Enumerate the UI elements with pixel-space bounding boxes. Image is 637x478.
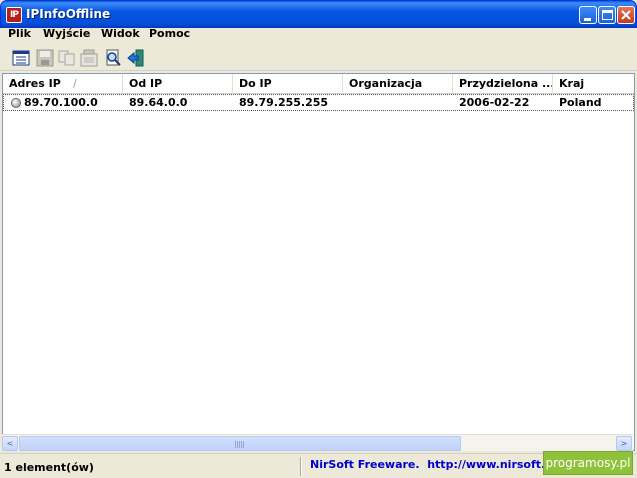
- ip-status-icon: [11, 98, 21, 108]
- watermark-logo: programosy.pl: [543, 451, 633, 475]
- exit-button[interactable]: [127, 49, 145, 67]
- list-header: Adres IP / Od IP Do IP Organizacja Przyd…: [3, 74, 634, 94]
- html-report-icon: [80, 49, 98, 67]
- title-bar[interactable]: IP IPInfoOffline: [0, 0, 637, 28]
- window-title: IPInfoOffline: [26, 7, 111, 21]
- column-przydzielona[interactable]: Przydzielona ...: [453, 74, 553, 94]
- maximize-icon: [602, 10, 613, 20]
- cell-to-ip: 89.79.255.255: [239, 96, 329, 109]
- column-label: Adres IP: [9, 77, 61, 90]
- copy-icon: [58, 50, 75, 66]
- minimize-icon: [584, 18, 591, 21]
- copy-button[interactable]: [58, 49, 76, 67]
- find-icon: [106, 49, 121, 66]
- column-adres-ip[interactable]: Adres IP /: [3, 74, 123, 94]
- scroll-right-icon: >: [620, 439, 628, 448]
- ip-list-view[interactable]: Adres IP / Od IP Do IP Organizacja Przyd…: [2, 73, 635, 451]
- menu-widok[interactable]: Widok: [101, 28, 140, 45]
- column-organizacja[interactable]: Organizacja: [343, 74, 453, 94]
- nirsoft-link[interactable]: NirSoft Freeware. http://www.nirsoft.net: [310, 458, 566, 471]
- column-do-ip[interactable]: Do IP: [233, 74, 343, 94]
- column-kraj[interactable]: Kraj: [553, 74, 634, 94]
- menu-wyjscie[interactable]: Wyjście: [43, 28, 90, 45]
- cell-country: Poland: [559, 96, 602, 109]
- table-row[interactable]: 89.70.100.0 89.64.0.0 89.79.255.255 2006…: [3, 94, 634, 111]
- html-report-button[interactable]: [80, 49, 98, 67]
- scroll-left-icon: <: [6, 439, 14, 448]
- save-icon: [36, 49, 54, 67]
- cell-address: 89.70.100.0: [24, 96, 98, 109]
- save-button[interactable]: [36, 49, 54, 67]
- properties-icon: [12, 50, 30, 66]
- cell-from-ip: 89.64.0.0: [129, 96, 188, 109]
- exit-icon: [127, 49, 144, 67]
- minimize-button[interactable]: [579, 6, 597, 24]
- sort-ascending-icon: /: [73, 77, 77, 90]
- scroll-left-button[interactable]: <: [2, 436, 18, 451]
- scroll-right-button[interactable]: >: [616, 436, 632, 451]
- find-button[interactable]: [104, 49, 122, 67]
- properties-button[interactable]: [12, 49, 30, 67]
- menu-pomoc[interactable]: Pomoc: [149, 28, 190, 45]
- scroll-thumb[interactable]: [19, 436, 461, 451]
- app-icon: IP: [6, 7, 22, 23]
- menu-plik[interactable]: Plik: [8, 28, 31, 45]
- cell-allocated-date: 2006-02-22: [459, 96, 530, 109]
- close-icon: [621, 10, 631, 20]
- horizontal-scrollbar[interactable]: < >: [2, 434, 633, 451]
- column-od-ip[interactable]: Od IP: [123, 74, 233, 94]
- toolbar: [0, 45, 637, 71]
- maximize-button[interactable]: [598, 6, 616, 24]
- item-count: 1 element(ów): [4, 461, 94, 474]
- close-button[interactable]: [617, 6, 635, 24]
- status-divider: [300, 457, 302, 476]
- menu-bar: Plik Wyjście Widok Pomoc: [0, 28, 637, 45]
- scroll-grip-icon: [235, 441, 245, 448]
- status-bar: 1 element(ów) NirSoft Freeware. http://w…: [0, 451, 637, 478]
